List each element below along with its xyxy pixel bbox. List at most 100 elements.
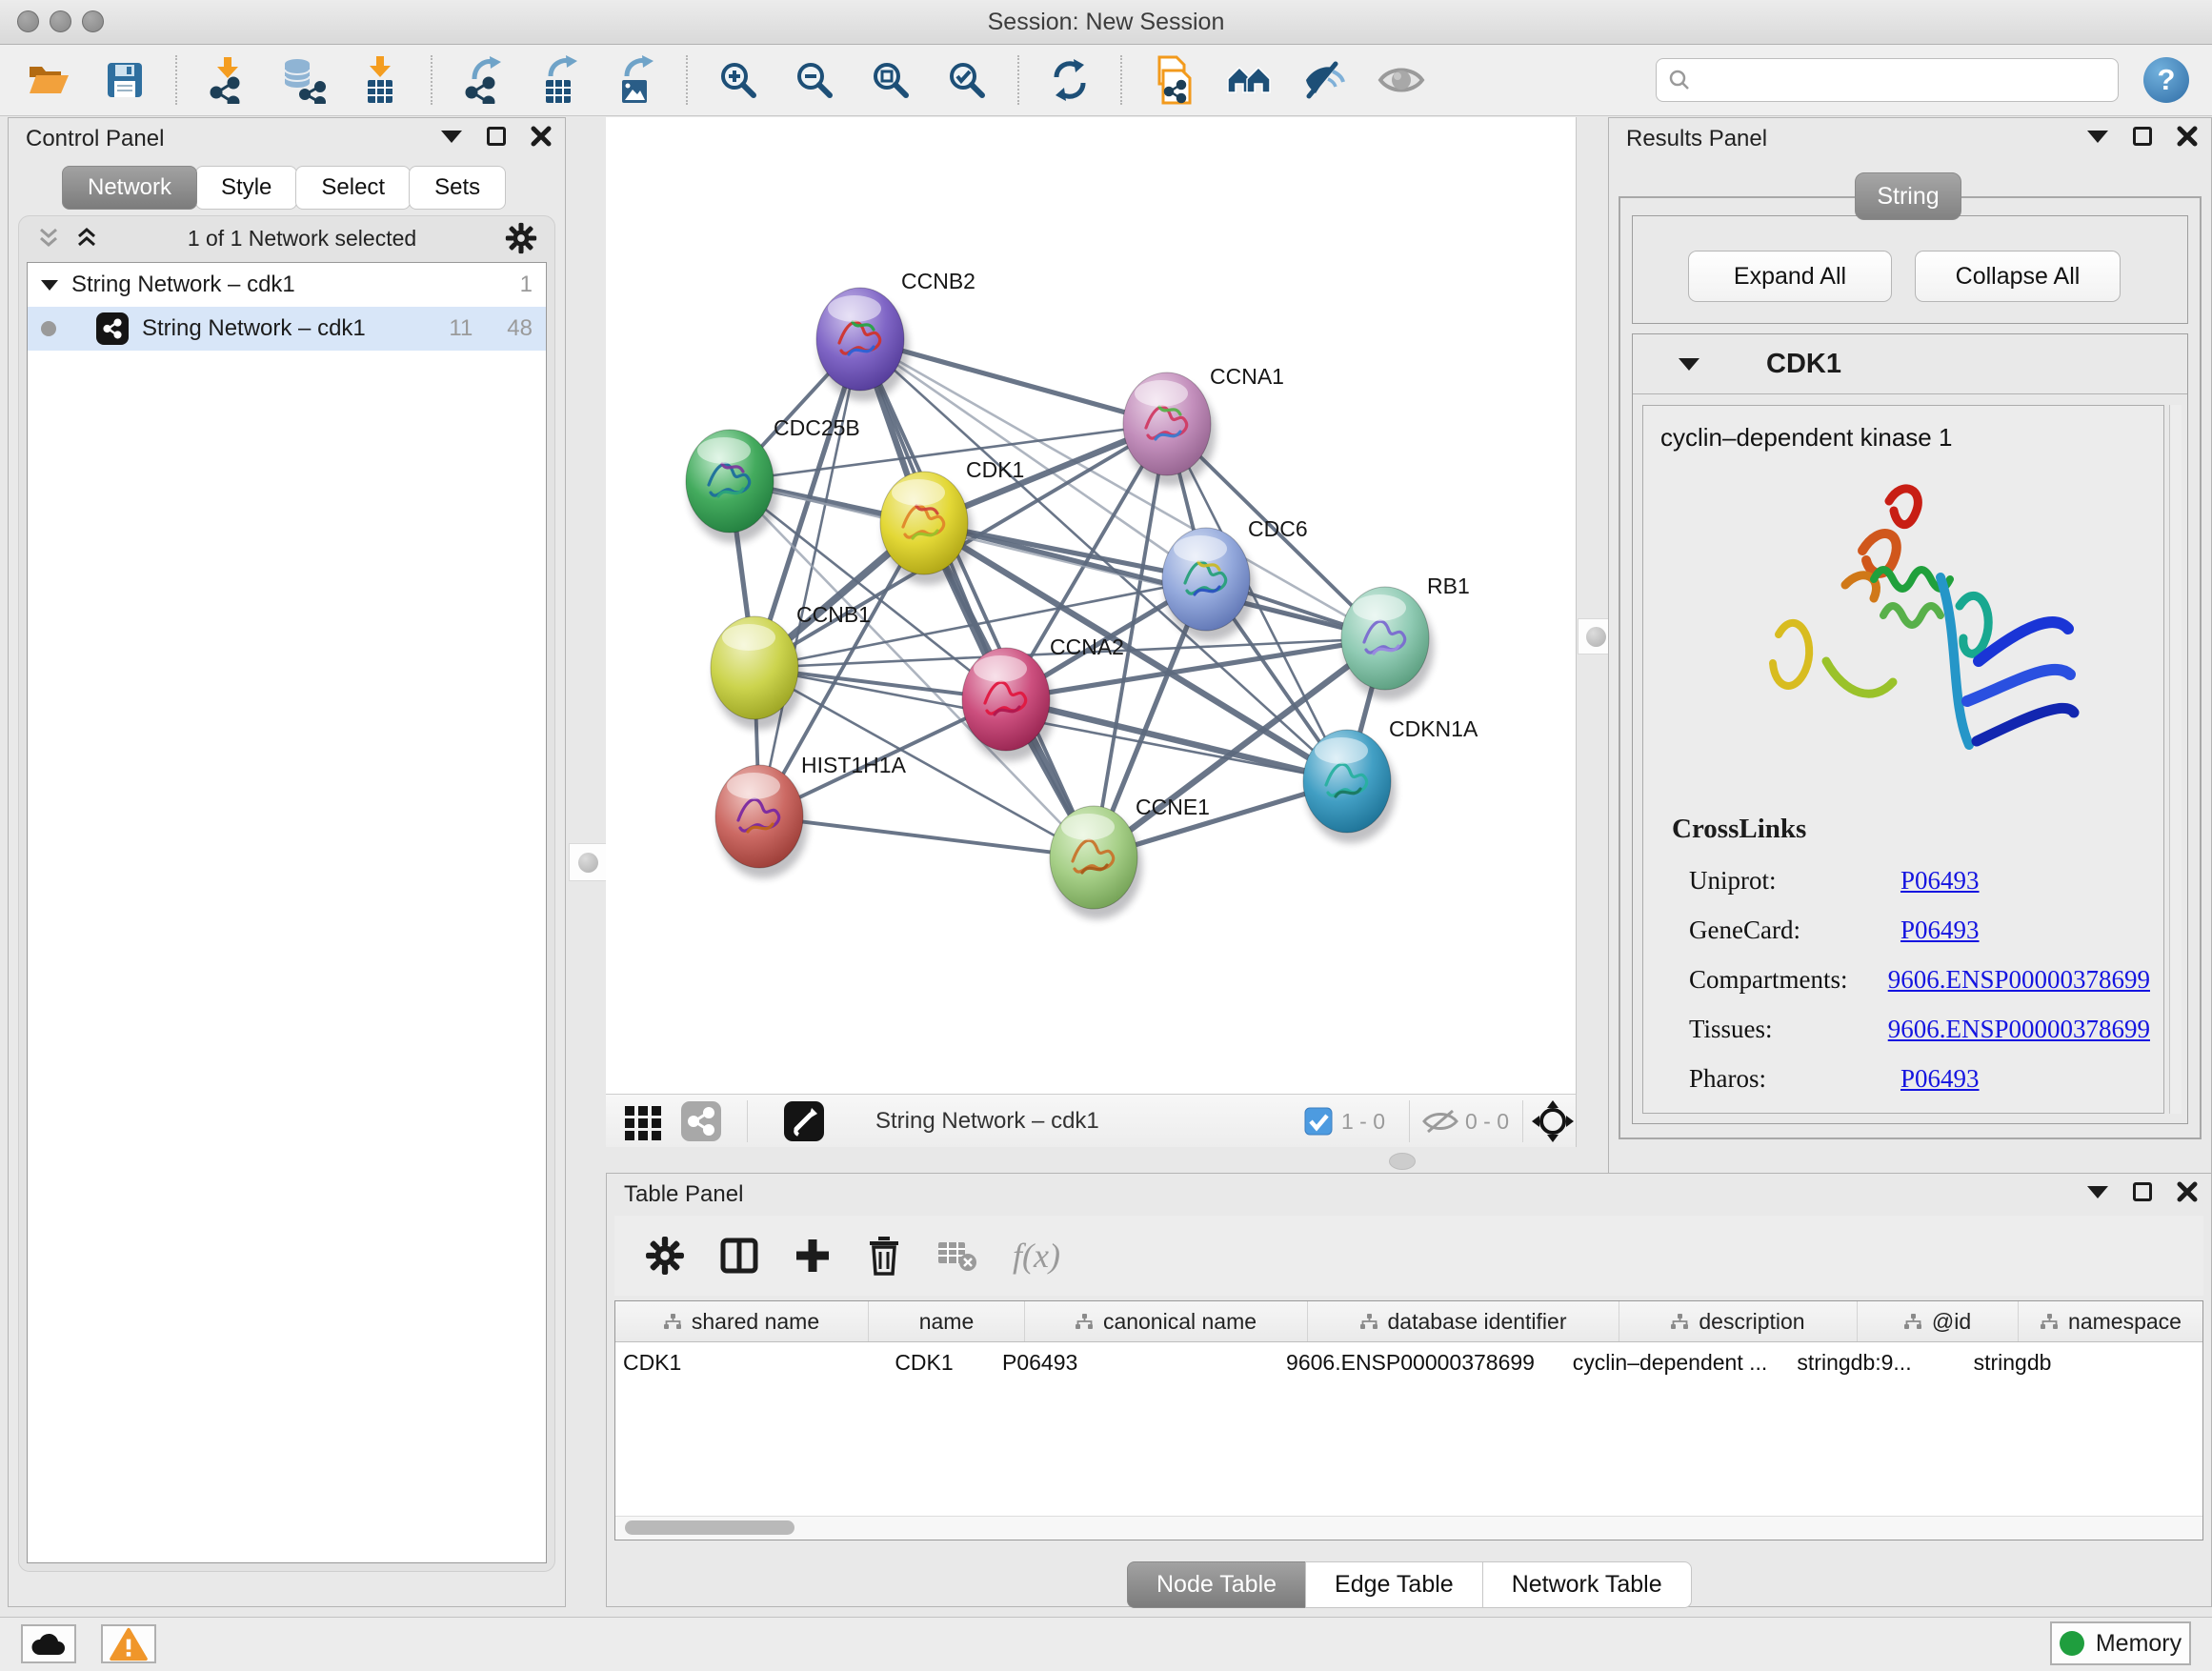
float-panel-icon[interactable] xyxy=(2133,127,2152,146)
network-edge[interactable] xyxy=(759,339,860,816)
expand-all-chevron-icon[interactable] xyxy=(74,226,99,251)
help-icon[interactable]: ? xyxy=(2143,57,2189,103)
crosslink-row: Tissues:9606.ENSP00000378699 xyxy=(1689,1004,2150,1054)
birdseye-view-icon[interactable] xyxy=(621,1095,667,1148)
external-link-icon[interactable] xyxy=(783,1095,825,1148)
column-header[interactable]: canonical name xyxy=(1025,1301,1308,1341)
tab-sets[interactable]: Sets xyxy=(409,166,506,210)
table-cell[interactable]: stringdb:9... xyxy=(1781,1350,1927,1376)
network-node[interactable] xyxy=(1050,806,1142,919)
gear-icon[interactable] xyxy=(645,1236,685,1276)
horizontal-splitter-handle[interactable] xyxy=(1389,1153,1416,1170)
node-result-header[interactable]: CDK1 xyxy=(1633,334,2187,394)
zoom-in-icon[interactable] xyxy=(713,54,764,106)
left-splitter-handle[interactable] xyxy=(569,843,607,881)
column-header[interactable]: description xyxy=(1619,1301,1858,1341)
network-edge-count: 48 xyxy=(507,315,533,342)
zoom-out-icon[interactable] xyxy=(789,54,840,106)
network-collection-row[interactable]: String Network – cdk1 1 xyxy=(28,263,546,307)
table-row[interactable]: CDK1CDK1P064939606.ENSP00000378699cyclin… xyxy=(615,1342,2202,1382)
network-edge[interactable] xyxy=(759,816,1094,857)
memory-button[interactable]: Memory xyxy=(2050,1621,2191,1665)
gear-icon[interactable] xyxy=(505,222,537,254)
network-node[interactable] xyxy=(1341,587,1434,700)
toolbar-search[interactable] xyxy=(1656,58,2119,102)
warning-icon[interactable] xyxy=(101,1624,156,1663)
float-panel-icon[interactable] xyxy=(2133,1182,2152,1201)
network-node[interactable] xyxy=(1123,372,1216,486)
table-cell[interactable]: cyclin–dependent ... xyxy=(1558,1350,1781,1376)
tab-edge-table[interactable]: Edge Table xyxy=(1305,1561,1483,1608)
import-table-icon[interactable] xyxy=(354,54,406,106)
search-input[interactable] xyxy=(1699,67,2106,93)
selected-checkbox[interactable] xyxy=(1304,1095,1333,1148)
results-scrollbar[interactable] xyxy=(2169,405,2182,1114)
tab-style[interactable]: Style xyxy=(195,166,297,210)
network-node[interactable] xyxy=(880,472,973,585)
import-database-icon[interactable] xyxy=(278,54,330,106)
open-file-network-icon[interactable] xyxy=(1147,54,1198,106)
table-cell[interactable]: 9606.ENSP00000378699 xyxy=(1262,1350,1558,1376)
collapse-all-button[interactable]: Collapse All xyxy=(1915,251,2121,302)
panel-menu-icon[interactable] xyxy=(2087,131,2108,143)
save-icon[interactable] xyxy=(99,54,151,106)
network-node[interactable] xyxy=(686,430,778,543)
import-network-icon[interactable] xyxy=(202,54,253,106)
table-cell[interactable]: CDK1 xyxy=(615,1350,854,1376)
expander-icon[interactable] xyxy=(1679,358,1699,371)
network-edge[interactable] xyxy=(860,339,1094,857)
network-node[interactable] xyxy=(715,765,808,878)
zoom-fit-icon[interactable] xyxy=(865,54,916,106)
tab-string[interactable]: String xyxy=(1855,172,1961,220)
float-panel-icon[interactable] xyxy=(487,127,506,146)
network-node[interactable] xyxy=(816,288,909,401)
close-panel-icon[interactable] xyxy=(531,126,552,147)
column-header[interactable]: name xyxy=(869,1301,1025,1341)
tab-node-table[interactable]: Node Table xyxy=(1127,1561,1306,1608)
zoom-selected-icon[interactable] xyxy=(941,54,993,106)
horizontal-scrollbar[interactable] xyxy=(615,1516,2202,1540)
crosslink-link[interactable]: 9606.ENSP00000378699 xyxy=(1888,965,2150,995)
move-crosshair-icon[interactable] xyxy=(1532,1095,1574,1148)
open-folder-icon[interactable] xyxy=(23,54,74,106)
columns-icon[interactable] xyxy=(719,1236,759,1276)
close-panel-icon[interactable] xyxy=(2177,126,2198,147)
panel-menu-icon[interactable] xyxy=(2087,1186,2108,1198)
panel-menu-icon[interactable] xyxy=(441,131,462,143)
crosslink-link[interactable]: P06493 xyxy=(1900,916,1980,945)
export-image-icon[interactable] xyxy=(610,54,661,106)
network-node[interactable] xyxy=(962,648,1055,761)
expand-all-button[interactable]: Expand All xyxy=(1688,251,1892,302)
cloud-icon[interactable] xyxy=(21,1624,76,1663)
network-node[interactable] xyxy=(1303,730,1396,843)
tab-network-table[interactable]: Network Table xyxy=(1482,1561,1692,1608)
close-panel-icon[interactable] xyxy=(2177,1181,2198,1202)
network-edge[interactable] xyxy=(1006,699,1347,781)
network-canvas[interactable]: CCNB2CCNA1CDC25BCDK1CDC6RB1CCNB1CCNA2CDK… xyxy=(606,117,1577,1094)
network-node[interactable] xyxy=(1162,528,1255,641)
hide-graphics-details-icon[interactable] xyxy=(1299,54,1351,106)
column-header[interactable]: database identifier xyxy=(1308,1301,1619,1341)
expander-icon[interactable] xyxy=(41,280,58,291)
network-graph[interactable]: CCNB2CCNA1CDC25BCDK1CDC6RB1CCNB1CCNA2CDK… xyxy=(606,117,1577,1094)
collapse-all-chevron-icon[interactable] xyxy=(36,226,61,251)
add-icon[interactable] xyxy=(794,1237,832,1275)
column-header[interactable]: shared name xyxy=(615,1301,869,1341)
network-row[interactable]: String Network – cdk1 11 48 xyxy=(28,307,546,351)
crosslink-link[interactable]: P06493 xyxy=(1900,1064,1980,1094)
column-header[interactable]: namespace xyxy=(2019,1301,2203,1341)
export-table-icon[interactable] xyxy=(533,54,585,106)
scrollbar-thumb[interactable] xyxy=(625,1520,794,1535)
refresh-icon[interactable] xyxy=(1044,54,1096,106)
tab-select[interactable]: Select xyxy=(295,166,411,210)
column-header[interactable]: @id xyxy=(1858,1301,2019,1341)
trash-icon[interactable] xyxy=(866,1235,902,1277)
crosslink-link[interactable]: P06493 xyxy=(1900,866,1980,896)
home-icon[interactable] xyxy=(1223,54,1275,106)
crosslink-link[interactable]: 9606.ENSP00000378699 xyxy=(1888,1015,2150,1044)
tab-network[interactable]: Network xyxy=(62,166,197,210)
table-cell[interactable]: P06493 xyxy=(995,1350,1262,1376)
table-cell[interactable]: stringdb xyxy=(1927,1350,2098,1376)
export-network-icon[interactable] xyxy=(457,54,509,106)
table-cell[interactable]: CDK1 xyxy=(854,1350,995,1376)
